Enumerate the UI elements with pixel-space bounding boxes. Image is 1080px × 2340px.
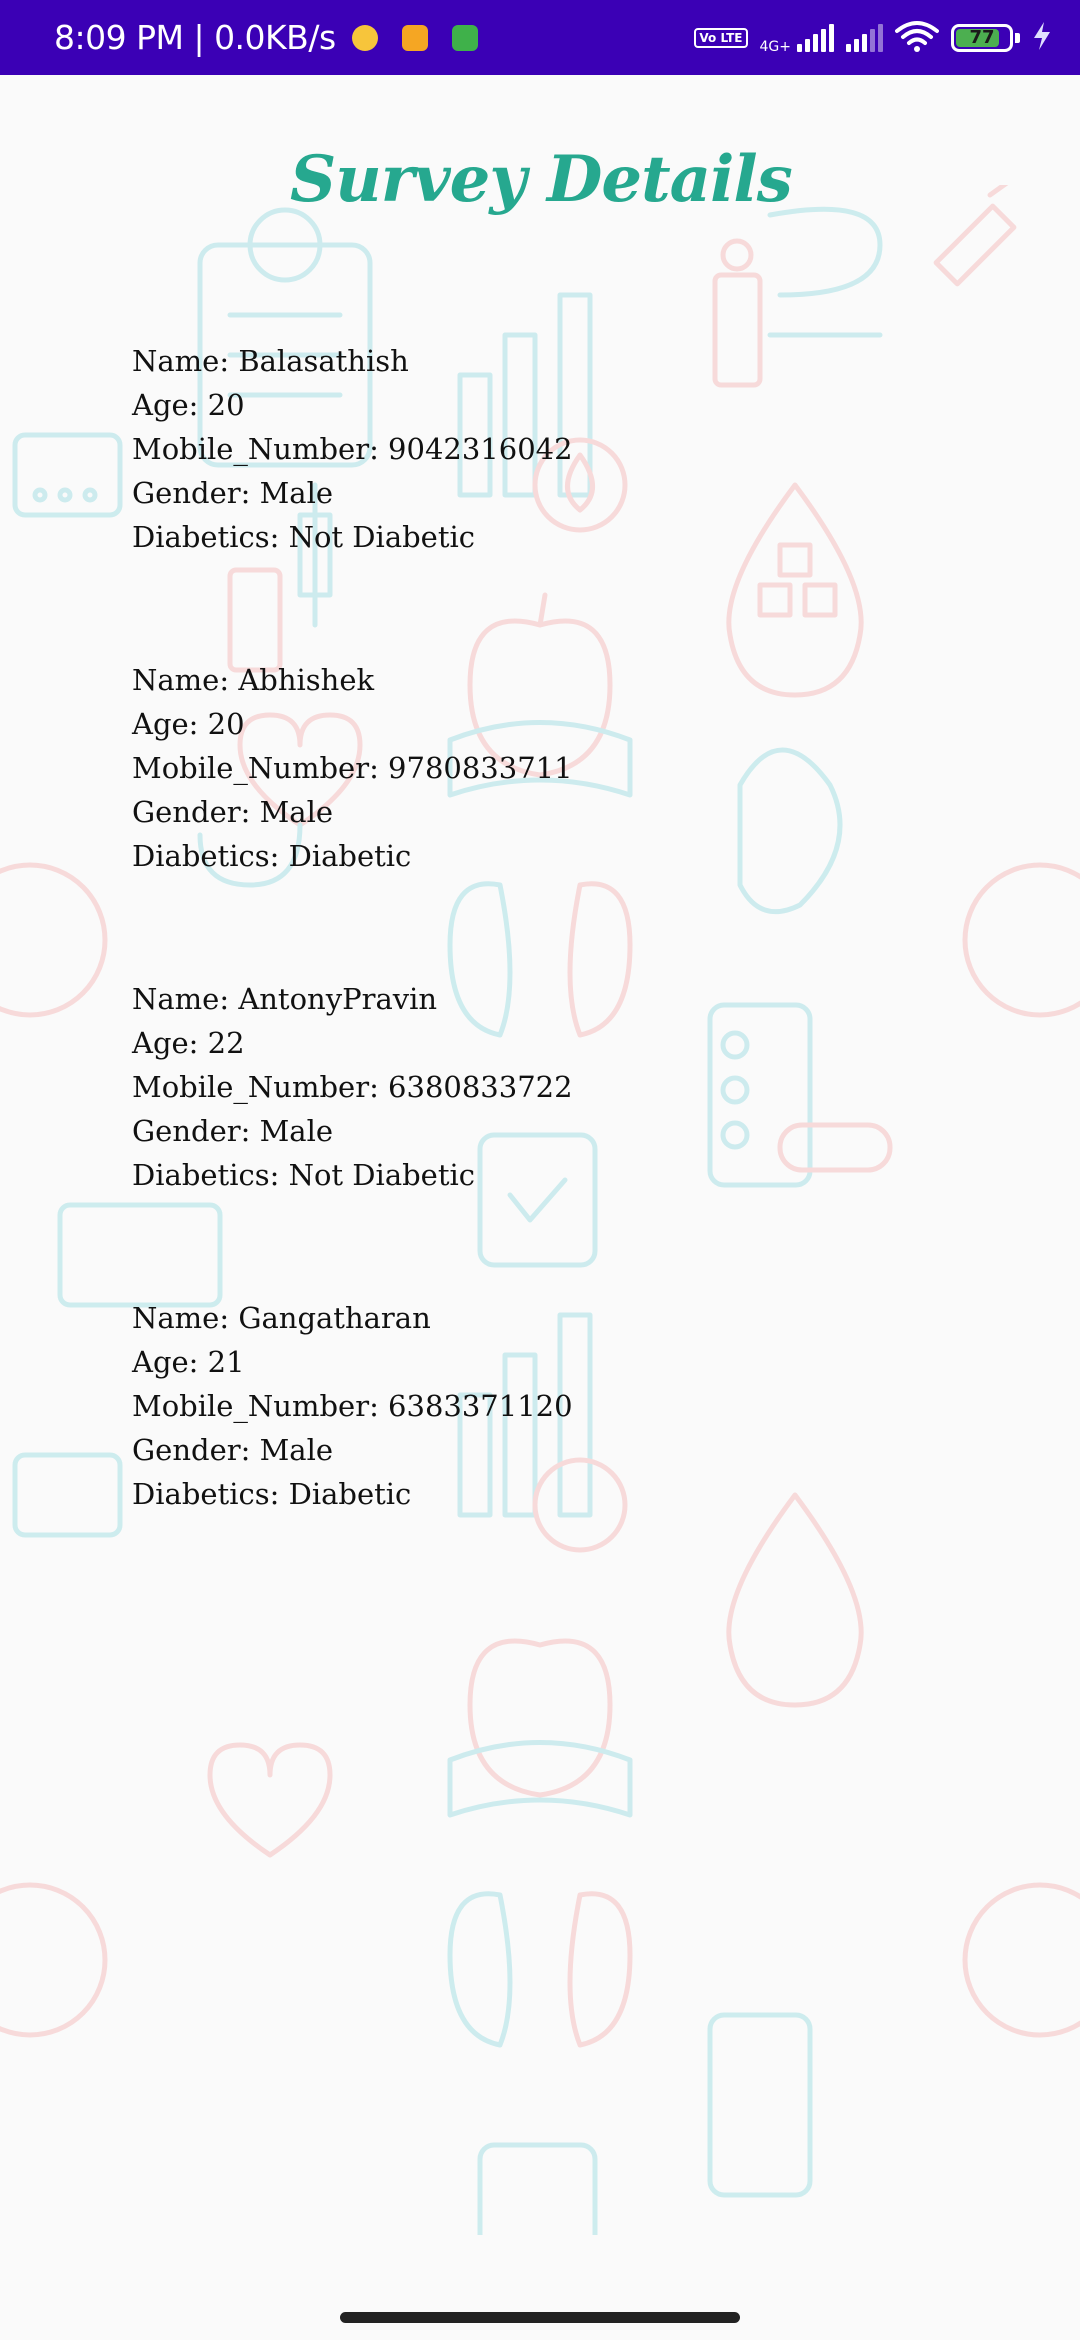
record-gender: Gender: Male [132, 1114, 334, 1148]
record-mobile: Mobile_Number: 6383371120 [132, 1389, 573, 1423]
record-diabetics: Diabetics: Not Diabetic [132, 1158, 476, 1192]
notification-yellow-icon [351, 24, 378, 51]
apple-icon [467, 1638, 613, 1798]
survey-record: Name: AntonyPravin Age: 22 Mobile_Number… [132, 977, 573, 1197]
notification-icons [351, 24, 478, 51]
glucometer-icon [477, 2142, 598, 2235]
charging-icon [1032, 21, 1052, 55]
pipette-icon [712, 238, 763, 388]
glucometer-icon [12, 1452, 123, 1538]
record-diabetics: Diabetics: Diabetic [132, 839, 412, 873]
signal-icon [797, 23, 834, 52]
wifi-icon [895, 19, 939, 57]
home-gesture-bar[interactable] [340, 2312, 740, 2323]
battery-cap [1015, 32, 1020, 43]
cell-icon [0, 1882, 1080, 2038]
page-title: Survey Details [290, 142, 793, 217]
record-mobile: Mobile_Number: 9780833711 [132, 751, 573, 785]
survey-record: Name: Balasathish Age: 20 Mobile_Number:… [132, 339, 573, 559]
record-diabetics: Diabetics: Diabetic [132, 1477, 412, 1511]
volte-icon: Vo LTE [694, 27, 748, 48]
record-age: Age: 20 [132, 388, 245, 422]
status-time: 8:09 PM | 0.0KB/s [54, 18, 336, 57]
record-age: Age: 21 [132, 1345, 245, 1379]
kidney-icon [567, 881, 633, 1038]
record-age: Age: 22 [132, 1026, 245, 1060]
battery-level: 77 [969, 27, 995, 48]
signal-icon [846, 23, 883, 52]
record-diabetics: Diabetics: Not Diabetic [132, 520, 476, 554]
record-mobile: Mobile_Number: 6380833722 [132, 1070, 573, 1104]
notification-green-icon [451, 24, 478, 51]
blood-drop-icon [726, 482, 864, 698]
glucometer-icon [12, 432, 123, 518]
network-type-label: 4G+ [759, 38, 792, 55]
status-bar: 8:09 PM | 0.0KB/s Vo LTE 4G+ 77 [0, 0, 1080, 75]
record-name: Name: Abhishek [132, 663, 375, 697]
record-name: Name: AntonyPravin [132, 982, 438, 1016]
measuring-tape-icon [447, 1740, 633, 1818]
syringe-icon [933, 185, 1017, 287]
hand-icon [737, 747, 843, 915]
survey-record: Name: Abhishek Age: 20 Mobile_Number: 97… [132, 658, 573, 878]
heart-icon [207, 1742, 333, 1858]
vial-icon [227, 567, 283, 673]
pills-icon [707, 2012, 813, 2198]
capsule-icon [777, 1122, 893, 1173]
clipboard-icon [57, 1202, 223, 1308]
hand-icon [767, 206, 883, 338]
blood-drop-icon [532, 1457, 864, 1708]
kidney-icon [567, 1891, 633, 2048]
pills-icon [707, 1002, 813, 1188]
record-name: Name: Balasathish [132, 344, 409, 378]
battery-icon: 77 [951, 23, 1013, 52]
record-name: Name: Gangatharan [132, 1301, 431, 1335]
notification-orange-icon [401, 24, 428, 51]
kidney-icon [447, 1891, 513, 2048]
record-gender: Gender: Male [132, 1433, 334, 1467]
record-gender: Gender: Male [132, 795, 334, 829]
survey-record: Name: Gangatharan Age: 21 Mobile_Number:… [132, 1296, 573, 1516]
record-gender: Gender: Male [132, 476, 334, 510]
status-right-icons: Vo LTE 4G+ 77 [694, 19, 1052, 57]
record-mobile: Mobile_Number: 9042316042 [132, 432, 573, 466]
record-age: Age: 20 [132, 707, 245, 741]
